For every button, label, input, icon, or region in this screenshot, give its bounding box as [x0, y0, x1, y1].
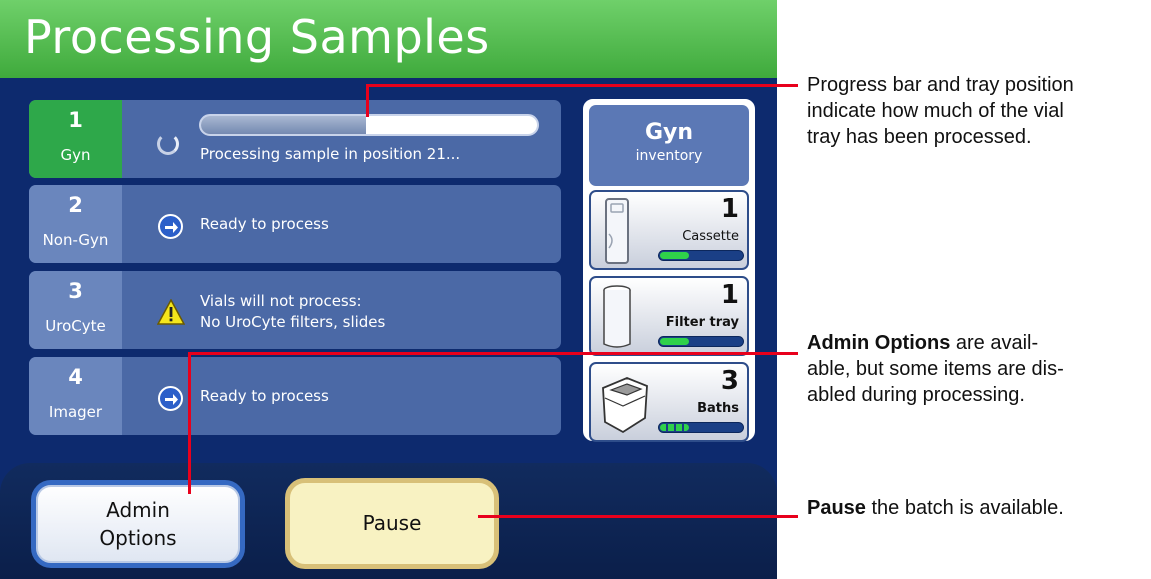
inventory-label: Baths: [697, 401, 739, 416]
admin-button-line: Options: [99, 526, 177, 550]
callout-rest: are avail-: [950, 332, 1039, 354]
arrow-right-icon: [158, 386, 183, 411]
queue-row-non-gyn[interactable]: 2 Non-Gyn Ready to process: [29, 185, 561, 263]
callout-line-text: indicate how much of the vial: [807, 100, 1064, 122]
progress-fill: [201, 116, 366, 134]
callout-line: [366, 84, 798, 87]
inventory-card-baths[interactable]: 3 Baths: [589, 362, 749, 442]
bath-icon: [602, 377, 648, 434]
callout-line-text: able, but some items are dis-: [807, 358, 1064, 380]
callout-bold: Admin Options: [807, 332, 951, 354]
admin-button-line: Admin: [106, 498, 170, 522]
cassette-icon: [605, 198, 629, 264]
inventory-level-fill: [660, 252, 690, 259]
callout-rest: the batch is available.: [865, 497, 1064, 519]
callout-line: [188, 352, 191, 494]
callout-line-text: Progress bar and tray position: [807, 74, 1074, 96]
inventory-count: 1: [720, 194, 739, 224]
callout-line-text: Admin Options are avail-: [807, 330, 1064, 356]
inventory-card-cassette[interactable]: 1 Cassette: [589, 190, 749, 270]
queue-name: Non-Gyn: [42, 231, 109, 249]
callout-admin: Admin Options are avail- able, but some …: [807, 330, 1064, 408]
callout-line: [478, 515, 798, 518]
inventory-count: 3: [720, 366, 739, 396]
inventory-level-meter: [658, 250, 744, 261]
inventory-subtitle: inventory: [635, 148, 703, 164]
queue-number-tab: 4 Imager: [29, 357, 122, 435]
callout-line-text: abled during processing.: [807, 384, 1025, 406]
inventory-level-fill: [660, 338, 690, 345]
callout-bold: Pause: [807, 497, 866, 519]
arrow-right-icon: [158, 214, 183, 239]
filter-tray-icon: [603, 285, 631, 348]
callout-pause: Pause the batch is available.: [807, 495, 1064, 521]
inventory-title: Gyn: [644, 120, 694, 145]
status-line: Vials will not process:: [200, 292, 362, 310]
status-text: Processing sample in position 21...: [200, 145, 461, 163]
figure: Processing Samples 1 Gyn Processing samp…: [0, 0, 1151, 579]
queue-number-tab: 1 Gyn: [29, 100, 122, 178]
queue-number: 3: [68, 279, 83, 303]
queue-number: 2: [68, 193, 83, 217]
queue-name: Imager: [48, 403, 103, 421]
callout-line: [188, 352, 798, 355]
status-line: No UroCyte filters, slides: [200, 313, 386, 331]
queue-number-tab: 2 Non-Gyn: [29, 185, 122, 263]
queue-row-gyn[interactable]: 1 Gyn Processing sample in position 21..…: [29, 100, 561, 178]
inventory-label: Filter tray: [665, 315, 739, 330]
queue-name: Gyn: [60, 146, 91, 164]
queue-name: UroCyte: [45, 317, 106, 335]
status-text: Vials will not process: No UroCyte filte…: [200, 291, 385, 333]
queue-number: 1: [68, 108, 83, 132]
queue-number: 4: [68, 365, 83, 389]
queue-row-imager[interactable]: 4 Imager Ready to process: [29, 357, 561, 435]
warning-icon: [156, 298, 186, 325]
inventory-label: Cassette: [682, 229, 739, 244]
inventory-count: 1: [720, 280, 739, 310]
inventory-header: Gyn inventory: [589, 105, 749, 186]
queue-number-tab: 3 UroCyte: [29, 271, 122, 349]
pause-button[interactable]: Pause: [285, 478, 499, 569]
inventory-level-meter: [658, 336, 744, 347]
page-title: Processing Samples: [24, 10, 490, 64]
status-text: Ready to process: [200, 215, 329, 233]
queue-row-urocyte[interactable]: 3 UroCyte Vials will not process: No Uro…: [29, 271, 561, 349]
inventory-card-filter-tray[interactable]: 1 Filter tray: [589, 276, 749, 356]
inventory-level-meter: [658, 422, 744, 433]
spinner-icon: [157, 133, 179, 155]
callout-line-text: tray has been processed.: [807, 126, 1032, 148]
inventory-panel: Gyn inventory 1 Cassette 1 Filter tray 3…: [583, 99, 755, 442]
header-bar: Processing Samples: [0, 0, 777, 78]
inventory-level-fill: [660, 424, 690, 431]
progress-bar: [199, 114, 539, 136]
callout-line: [366, 85, 369, 117]
status-text: Ready to process: [200, 387, 329, 405]
admin-options-button[interactable]: Admin Options: [31, 480, 245, 568]
callout-progress: Progress bar and tray position indicate …: [807, 72, 1074, 150]
